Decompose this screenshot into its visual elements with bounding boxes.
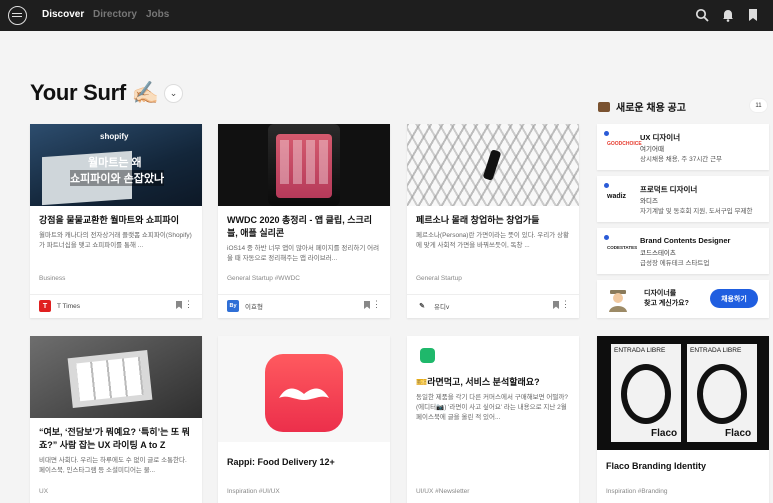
hiring-promo: 디자이너를 찾고 계신가요? 채용하기 — [597, 280, 769, 318]
top-navigation-bar: Discover Directory Jobs — [0, 0, 773, 31]
publisher-logo-icon: T — [39, 300, 51, 312]
article-card[interactable]: 🎫라면먹고, 서비스 분석할래요? 동일한 제품을 각기 다른 커머스에서 구매… — [407, 336, 579, 503]
unread-dot — [604, 131, 609, 136]
unread-dot — [604, 183, 609, 188]
job-company: 코드스테이츠 — [640, 250, 676, 257]
publisher[interactable]: By 이효형 — [227, 300, 263, 312]
card-title: WWDC 2020 총정리 - 앱 클립, 스크리블, 애플 실리콘 — [227, 215, 373, 238]
card-tags: Inspiration #Branding — [606, 488, 668, 495]
publisher-name: 유디v — [434, 304, 450, 311]
article-thumbnail — [30, 336, 202, 418]
job-title: UX 디자이너 — [640, 133, 681, 142]
job-company: 여기어때 — [640, 146, 664, 153]
card-tags: General Startup — [416, 275, 462, 282]
article-card[interactable]: ENTRADA LIBRE Flaco ENTRADA LIBRE Flaco … — [597, 336, 769, 503]
notification-bell-icon[interactable] — [721, 8, 735, 22]
article-thumbnail — [407, 124, 579, 206]
article-card[interactable]: shopify 월마트는 왜 쇼피파이와 손잡았나 강점을 물물교환한 월마트와… — [30, 124, 202, 318]
card-tags: Business — [39, 275, 66, 282]
jobs-header: 새로운 채용 공고 — [598, 99, 686, 114]
detective-icon — [607, 286, 629, 312]
card-footer: T T Times ⋮ — [30, 294, 202, 316]
layers-icon — [420, 348, 435, 363]
job-listing[interactable]: CODESTATES Brand Contents Designer 코드스테이… — [597, 228, 769, 274]
nav-discover[interactable]: Discover — [42, 9, 84, 20]
card-title: 페르소나 몰래 창업하는 창업가들 — [416, 215, 540, 225]
search-icon[interactable] — [695, 8, 709, 22]
company-logo: CODESTATES — [607, 245, 638, 250]
publisher-logo-icon: ✎ — [416, 300, 428, 312]
card-description: iOS14 중 하반 너무 앱이 많아서 페이지를 정리하기 어려울 때 자동으… — [227, 245, 380, 262]
logo-icon[interactable] — [8, 6, 27, 25]
more-options-icon[interactable]: ⋮ — [184, 300, 193, 309]
publisher[interactable]: ✎ 유디v — [416, 300, 449, 312]
bookmark-icon[interactable] — [364, 301, 370, 309]
article-card[interactable]: WWDC 2020 총정리 - 앱 클립, 스크리블, 애플 실리콘 iOS14… — [218, 124, 390, 318]
card-description: 비대면 사회다. 우리는 하루에도 수 없이 글로 소통한다. 페이스북, 인스… — [39, 457, 187, 474]
chevron-down-icon[interactable]: ⌄ — [164, 84, 183, 103]
page-title: Your Surf ✍🏻 — [30, 80, 159, 105]
more-options-icon[interactable]: ⋮ — [561, 300, 570, 309]
rappi-app-icon — [265, 354, 343, 432]
article-thumbnail: shopify 월마트는 왜 쇼피파이와 손잡았나 — [30, 124, 202, 206]
card-description: 페르소나(Persona)란 가면이라는 뜻이 있다. 우리가 상황에 맞게 사… — [416, 232, 569, 249]
card-footer: ✎ 유디v ⋮ — [407, 294, 579, 316]
publisher-name: 이효형 — [245, 304, 263, 311]
article-card[interactable]: Rappi: Food Delivery 12+ Inspiration #UI… — [218, 336, 390, 503]
hire-button[interactable]: 채용하기 — [710, 289, 758, 308]
bookmark-icon[interactable] — [746, 8, 760, 22]
card-title: Flaco Branding Identity — [606, 461, 707, 471]
publisher-name: T Times — [57, 302, 80, 310]
article-card[interactable]: 페르소나 몰래 창업하는 창업가들 페르소나(Persona)란 가면이라는 뜻… — [407, 124, 579, 318]
job-detail: 상시채용 채용, 주 37시간 근무 — [640, 156, 723, 163]
article-thumbnail: ENTRADA LIBRE Flaco ENTRADA LIBRE Flaco — [597, 336, 769, 450]
job-title: Brand Contents Designer — [640, 236, 731, 245]
card-footer: By 이효형 ⋮ — [218, 294, 390, 316]
card-description: 월마트와 캐나다의 전자상거래 플랫폼 쇼피파이(Shopify)가 파트너십을… — [39, 232, 192, 249]
article-card[interactable]: “여보, ‘전담보’가 뭐예요? ‘특히’는 또 뭐죠?” 사람 잡는 UX 라… — [30, 336, 202, 503]
poster-right: ENTRADA LIBRE Flaco — [687, 344, 757, 442]
article-thumbnail — [218, 124, 390, 206]
promo-line-1: 디자이너를 — [644, 290, 677, 297]
job-detail: 자기계발 및 동호회 지원, 도서구입 무제한 — [640, 208, 753, 215]
publisher[interactable]: T T Times — [39, 300, 80, 312]
card-tags: Inspiration #UI/UX — [227, 488, 280, 495]
card-title: 🎫라면먹고, 서비스 분석할래요? — [416, 377, 540, 387]
job-company: 와디즈 — [640, 198, 658, 205]
card-title: Rappi: Food Delivery 12+ — [227, 457, 335, 467]
article-thumbnail — [407, 336, 579, 370]
job-listing[interactable]: GOODCHOICE UX 디자이너 여기어때 상시채용 채용, 주 37시간 … — [597, 124, 769, 170]
job-detail: 급성장 에듀테크 스타트업 — [640, 260, 710, 267]
briefcase-icon — [598, 101, 610, 112]
card-tags: UI/UX #Newsletter — [416, 488, 470, 495]
jobs-count-badge: 11 — [749, 98, 768, 113]
bookmark-icon[interactable] — [553, 301, 559, 309]
nav-jobs[interactable]: Jobs — [146, 9, 169, 20]
more-options-icon[interactable]: ⋮ — [372, 300, 381, 309]
promo-line-2: 찾고 계신가요? — [644, 300, 689, 307]
poster-left: ENTRADA LIBRE Flaco — [611, 344, 681, 442]
nav-directory[interactable]: Directory — [93, 9, 137, 20]
company-logo: wadiz — [607, 193, 627, 200]
job-listing[interactable]: wadiz 프로덕트 디자이너 와디즈 자기계발 및 동호회 지원, 도서구입 … — [597, 176, 769, 222]
card-title: “여보, ‘전담보’가 뭐예요? ‘특히’는 또 뭐죠?” 사람 잡는 UX 라… — [39, 427, 190, 450]
unread-dot — [604, 235, 609, 240]
company-logo: GOODCHOICE — [607, 141, 642, 147]
card-tags: UX — [39, 488, 49, 495]
publisher-logo-icon: By — [227, 300, 239, 312]
job-title: 프로덕트 디자이너 — [640, 185, 698, 194]
card-title: 강점을 물물교환한 월마트와 쇼피파이 — [39, 215, 179, 225]
article-thumbnail — [218, 336, 390, 442]
card-description: 동일한 제품을 각기 다른 커머스에서 구매해보면 어떨까?(에디터📷) '라면… — [416, 394, 568, 421]
bookmark-icon[interactable] — [176, 301, 182, 309]
card-tags: General Startup #WWDC — [227, 275, 300, 282]
